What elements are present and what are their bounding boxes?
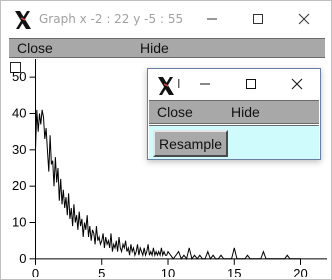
control-window-titlebar[interactable]: I	[148, 69, 320, 99]
window-close-button[interactable]	[281, 1, 327, 37]
y-tick-label: 10	[12, 215, 26, 230]
x-tick-label: 10	[161, 266, 175, 277]
y-tick-label: 30	[12, 142, 26, 157]
close-icon	[291, 78, 303, 90]
graph-menubar: Close Hide	[9, 38, 325, 58]
minimize-icon	[207, 18, 217, 20]
y-tick-label: 0	[19, 251, 26, 266]
minimize-button[interactable]	[182, 69, 228, 99]
maximize-icon	[246, 79, 256, 89]
x-app-icon	[158, 77, 174, 95]
window-close-button[interactable]	[274, 69, 320, 99]
close-icon	[298, 13, 310, 25]
x-tick-label: 15	[227, 266, 241, 277]
resample-button[interactable]: Resample	[153, 130, 228, 157]
close-menu-item[interactable]: Close	[17, 40, 53, 56]
window-title: I	[177, 77, 181, 91]
minimize-icon	[200, 83, 210, 85]
maximize-button[interactable]	[228, 69, 274, 99]
x-tick-label: 20	[293, 266, 307, 277]
hide-menu-item[interactable]: Hide	[140, 40, 169, 56]
y-tick-label: 40	[12, 106, 26, 121]
maximize-icon	[253, 14, 263, 24]
minimize-button[interactable]	[189, 1, 235, 37]
x-tick-label: 0	[32, 266, 39, 277]
control-menubar: Close Hide	[149, 100, 319, 124]
hide-menu-item[interactable]: Hide	[231, 104, 260, 120]
graph-window-titlebar[interactable]: Graph x -2 : 22 y -5 : 55	[1, 1, 331, 37]
y-tick-label: 50	[12, 69, 26, 84]
maximize-button[interactable]	[235, 1, 281, 37]
x-app-icon	[15, 11, 31, 29]
close-menu-item[interactable]: Close	[157, 104, 193, 120]
y-tick-label: 20	[12, 178, 26, 193]
x-tick-label: 5	[98, 266, 105, 277]
window-title: Graph x -2 : 22 y -5 : 55	[39, 12, 184, 26]
control-window: I Close Hide Resample	[147, 68, 321, 160]
control-panel: Resample	[149, 125, 319, 159]
